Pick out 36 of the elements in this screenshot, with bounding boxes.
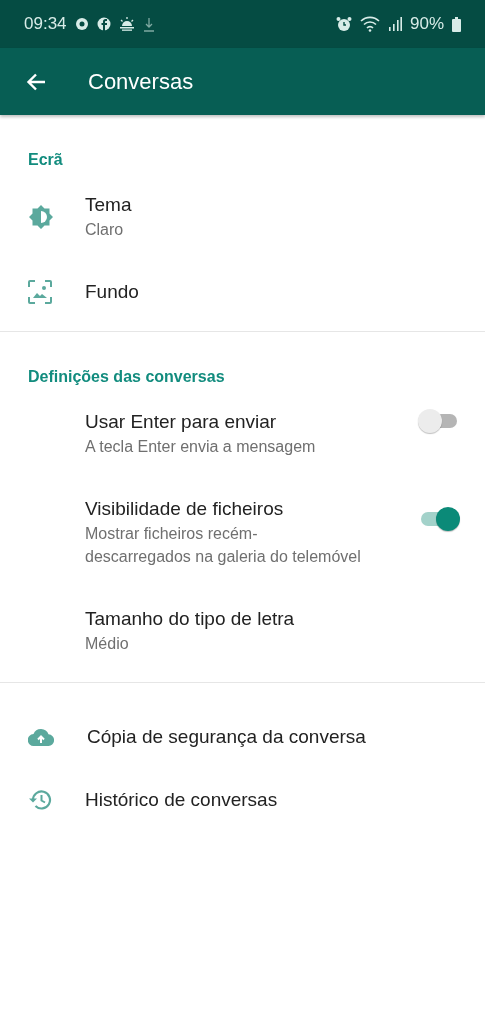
wifi-icon	[359, 16, 380, 32]
battery-icon	[452, 16, 461, 32]
back-arrow-icon	[26, 72, 46, 91]
setting-title: Tamanho do tipo de letra	[85, 607, 296, 631]
battery-percentage: 90%	[409, 14, 444, 34]
setting-title: Visibilidade de ficheiros	[85, 497, 285, 521]
weather-icon	[118, 17, 135, 31]
alarm-icon	[335, 16, 352, 32]
browser-icon	[74, 17, 89, 31]
setting-row[interactable]: Visibilidade de ficheiros Mostrar ficheiros recém-descarregados na galeria do telemóvel	[0, 477, 485, 587]
wallpaper-icon	[28, 279, 52, 304]
screen-title: Conversas	[88, 68, 194, 95]
setting-description: A tecla Enter envia a mensagem	[85, 437, 317, 457]
setting-row[interactable]: Tema Claro	[0, 173, 485, 260]
section-header: Ecrã	[27, 150, 64, 170]
setting-description: Claro	[85, 220, 125, 240]
setting-title: Cópia de segurança da conversa	[87, 725, 367, 749]
setting-row[interactable]: Fundo	[0, 260, 485, 323]
setting-title: Fundo	[85, 280, 140, 304]
history-icon	[28, 788, 52, 811]
signal-icon	[387, 17, 402, 31]
setting-title: Tema	[85, 193, 133, 217]
section-header: Definições das conversas	[27, 367, 226, 387]
download-icon	[142, 16, 155, 32]
setting-row[interactable]: Tamanho do tipo de letra Médio	[0, 587, 485, 674]
brightness-icon	[28, 203, 54, 230]
setting-row[interactable]: Usar Enter para enviar A tecla Enter envia a mensagem	[0, 390, 485, 477]
setting-title: Histórico de conversas	[85, 788, 279, 812]
status-time: 09:34	[24, 14, 67, 34]
setting-description: Mostrar ficheiros recém-descarregados na galeria do telemóvel	[85, 524, 362, 567]
facebook-icon	[96, 17, 111, 31]
setting-title: Usar Enter para enviar	[85, 410, 278, 434]
setting-description: Médio	[85, 634, 130, 654]
cloud-upload-icon	[28, 727, 54, 746]
setting-row[interactable]: Histórico de conversas	[0, 768, 485, 831]
setting-row[interactable]: Cópia de segurança da conversa	[0, 705, 485, 768]
